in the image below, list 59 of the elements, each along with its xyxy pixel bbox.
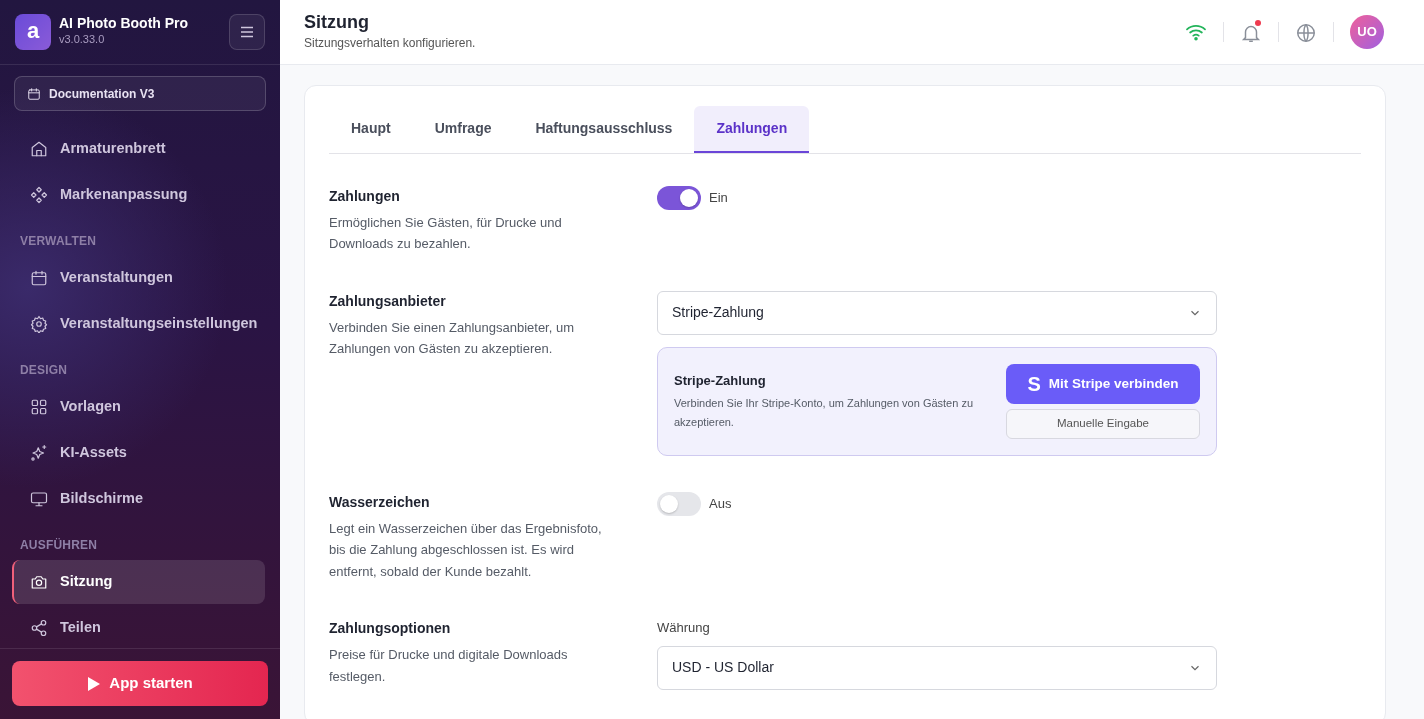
- connect-stripe-button[interactable]: S Mit Stripe verbinden: [1006, 363, 1200, 404]
- sidebar-item[interactable]: Markenanpassung: [12, 173, 265, 217]
- calendar-icon: [30, 269, 48, 287]
- toggle-switch[interactable]: [657, 491, 701, 516]
- setting-title: Zahlungen: [329, 187, 401, 206]
- diamonds-icon: [30, 186, 48, 204]
- home-icon: [30, 140, 48, 158]
- provider-select[interactable]: Stripe-Zahlung: [657, 290, 1217, 335]
- user-avatar[interactable]: UO: [1350, 15, 1384, 49]
- tab[interactable]: Haupt: [329, 106, 413, 153]
- sidebar-item[interactable]: KI-Assets: [12, 431, 265, 475]
- sidebar-item[interactable]: Bildschirme: [12, 477, 265, 521]
- launch-button[interactable]: App starten: [12, 661, 268, 706]
- monitor-icon: [30, 490, 48, 508]
- sparkle-icon: [30, 444, 48, 462]
- panel-text: Verbinden Sie Ihr Stripe-Konto, um Zahlungen von Gästen zu akzeptieren.: [674, 396, 974, 431]
- field-label: Währung: [657, 619, 711, 638]
- share-icon: [30, 619, 48, 637]
- manual-entry-button[interactable]: Manuelle Eingabe: [1006, 408, 1200, 439]
- panel-title: Stripe-Zahlung: [674, 371, 767, 390]
- currency-select[interactable]: USD - US Dollar: [657, 645, 1217, 690]
- app-title: AI Photo Booth Pro: [59, 16, 190, 32]
- gear-icon: [30, 315, 48, 333]
- setting-title: Zahlungsanbieter: [329, 291, 447, 311]
- tab[interactable]: Umfrage: [412, 106, 514, 153]
- event-selector[interactable]: Documentation V3: [14, 76, 266, 111]
- section-heading: VERWALTEN: [19, 233, 98, 250]
- sidebar-item[interactable]: Sitzung: [12, 560, 265, 604]
- page-subtitle: Sitzungsverhalten konfigurieren.: [304, 34, 477, 52]
- setting-description: Ermöglichen Sie Gästen, für Drucke und Downloads zu bezahlen.: [329, 214, 563, 254]
- menu-button[interactable]: [229, 14, 265, 50]
- toggle-state-label: Ein: [709, 189, 728, 208]
- toggle-state-label: Aus: [709, 495, 732, 514]
- sidebar-item[interactable]: Teilen: [12, 606, 265, 648]
- unread-dot: [1255, 20, 1261, 26]
- section-heading: AUSFÜHREN: [19, 537, 99, 554]
- sidebar-item[interactable]: Veranstaltungen: [12, 256, 265, 300]
- app-logo: a: [15, 14, 51, 50]
- setting-description: Preise für Drucke und digitale Downloads festlegen.: [329, 646, 569, 686]
- sidebar-item[interactable]: Veranstaltungseinstellungen: [12, 302, 265, 346]
- play-icon: [87, 675, 102, 692]
- section-heading: DESIGN: [19, 362, 69, 379]
- setting-title: Zahlungsoptionen: [329, 619, 452, 639]
- grid-icon: [30, 398, 48, 416]
- tab[interactable]: Haftungsausschluss: [513, 106, 695, 153]
- sidebar-item[interactable]: Vorlagen: [12, 385, 265, 429]
- setting-title: Wasserzeichen: [329, 492, 431, 512]
- sidebar-item[interactable]: Armaturenbrett: [12, 127, 265, 171]
- toggle-switch[interactable]: [657, 186, 701, 210]
- globe-icon: [1295, 21, 1317, 44]
- calendar-icon: [27, 86, 41, 101]
- wifi-icon: [1185, 23, 1207, 41]
- setting-description: Verbinden Sie einen Zahlungsanbieter, um Zahlungen von Gästen zu akzeptieren.: [329, 318, 575, 359]
- setting-description: Legt ein Wasserzeichen über das Ergebnisfoto, bis die Zahlung abgeschlossen ist. Es wird entfernt, sobald der Kunde bezahlt.: [329, 519, 603, 581]
- camera-icon: [30, 573, 48, 591]
- page-title: Sitzung: [304, 12, 370, 34]
- app-version: v3.0.33.0: [59, 32, 106, 48]
- tab[interactable]: Zahlungen: [694, 106, 810, 153]
- notification-button[interactable]: [1240, 20, 1262, 44]
